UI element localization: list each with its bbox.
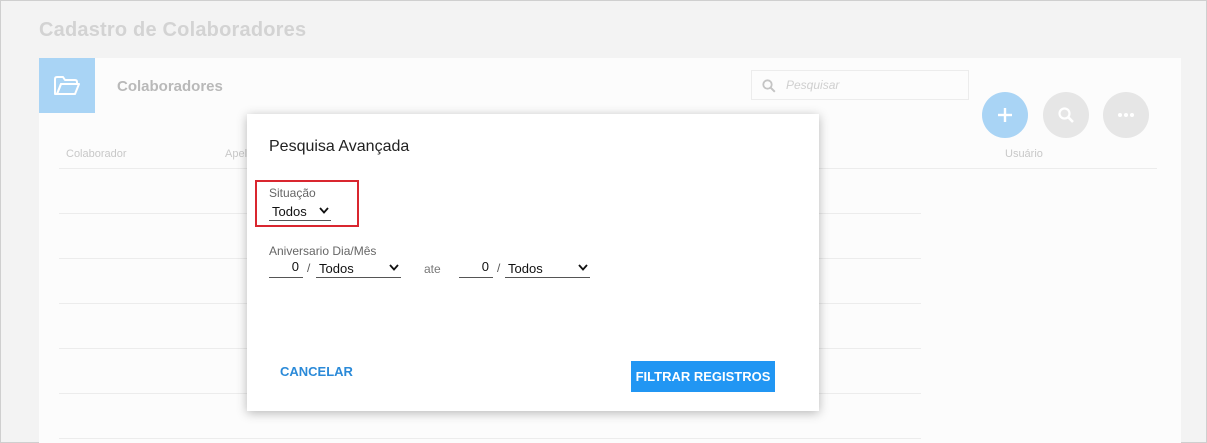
aniversario-to-day-input[interactable]: 0 (459, 259, 493, 278)
page-title: Cadastro de Colaboradores (39, 19, 307, 41)
advanced-search-dialog: Pesquisa Avançada Situação Todos Anivers… (247, 114, 819, 411)
table-row-divider (59, 438, 921, 439)
card-title: Colaboradores (117, 78, 223, 95)
more-options-button[interactable] (1103, 92, 1149, 138)
column-header-usuario[interactable]: Usuário (1005, 148, 1043, 160)
more-icon (1118, 113, 1134, 117)
aniversario-from-month-select[interactable]: Todos (316, 259, 401, 278)
chevron-down-icon (578, 263, 588, 274)
aniversario-from-day-input[interactable]: 0 (269, 259, 303, 278)
cancel-button[interactable]: CANCELAR (280, 364, 353, 379)
filter-records-button[interactable]: FILTRAR REGISTROS (631, 361, 775, 392)
folder-icon (39, 58, 95, 113)
column-header-apelido[interactable]: Apel (225, 148, 247, 160)
situacao-label: Situação (269, 186, 316, 200)
date-separator: / (307, 261, 311, 275)
aniversario-to-month-select[interactable]: Todos (505, 259, 590, 278)
column-header-colaborador[interactable]: Colaborador (66, 148, 127, 160)
between-label: ate (424, 262, 441, 276)
add-button[interactable] (982, 92, 1028, 138)
chevron-down-icon (389, 263, 399, 274)
search-icon (1058, 107, 1074, 123)
search-icon (762, 79, 776, 98)
situacao-value: Todos (272, 203, 307, 219)
chevron-down-icon (319, 206, 329, 217)
app-frame: Cadastro de Colaboradores Colaboradores (0, 0, 1207, 443)
to-month-value: Todos (508, 260, 543, 276)
search-box[interactable] (751, 70, 969, 100)
dialog-title: Pesquisa Avançada (269, 138, 410, 155)
aniversario-label: Aniversario Dia/Mês (269, 244, 377, 258)
search-input[interactable] (786, 75, 956, 95)
situacao-select[interactable]: Todos (269, 202, 331, 221)
search-button[interactable] (1043, 92, 1089, 138)
plus-icon (998, 108, 1012, 122)
date-separator: / (497, 261, 501, 275)
from-month-value: Todos (319, 260, 354, 276)
